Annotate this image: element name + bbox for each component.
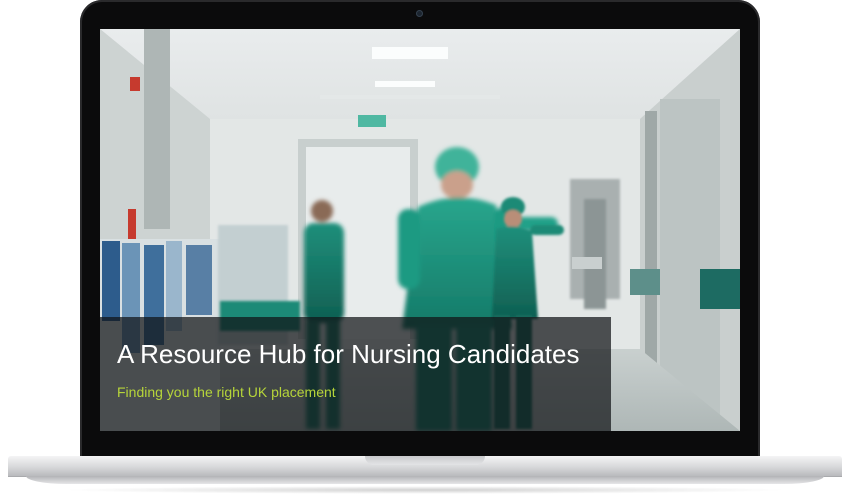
webcam-icon [416, 10, 423, 17]
hero-subheadline: Finding you the right UK placement [117, 384, 336, 400]
hero-caption: A Resource Hub for Nursing Candidates Fi… [100, 317, 611, 431]
laptop-lid-notch [365, 456, 485, 465]
laptop-lid: A Resource Hub for Nursing Candidates Fi… [80, 0, 760, 458]
laptop-mockup: A Resource Hub for Nursing Candidates Fi… [0, 0, 850, 502]
laptop-screen: A Resource Hub for Nursing Candidates Fi… [100, 29, 740, 431]
laptop-shadow [60, 486, 790, 494]
laptop-base-edge [26, 476, 824, 484]
hero-headline: A Resource Hub for Nursing Candidates [117, 339, 580, 369]
